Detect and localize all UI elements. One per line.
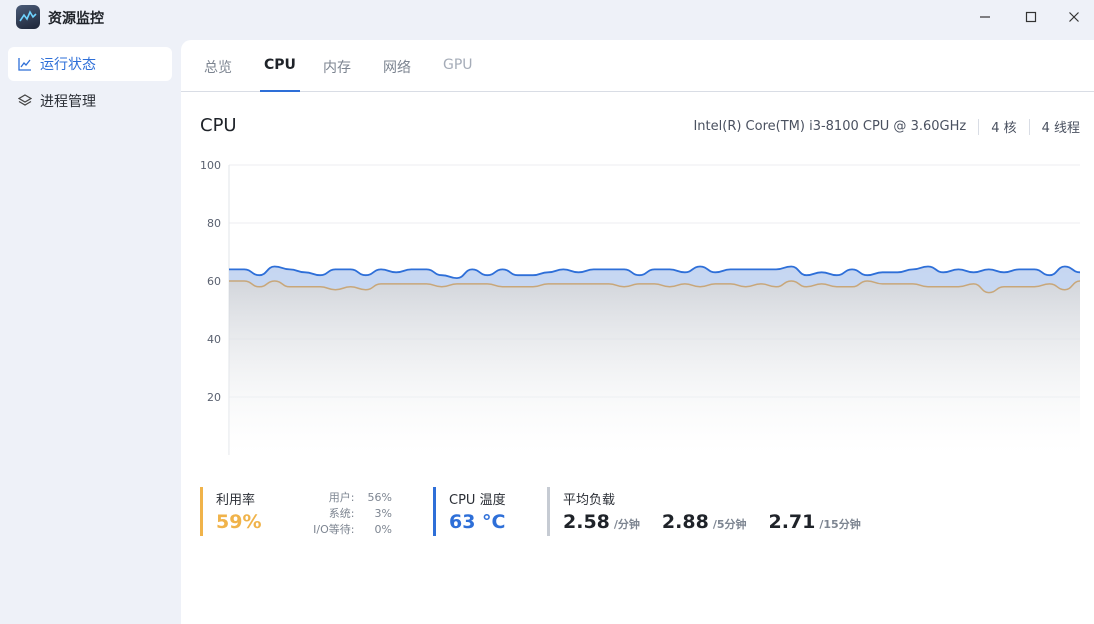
tab-bar: 总览 CPU 内存 网络 GPU [181, 40, 1094, 92]
section-title: CPU [200, 115, 237, 136]
y-tick-label: 20 [207, 391, 221, 404]
close-button[interactable] [1054, 2, 1094, 32]
sidebar: 运行状态 进程管理 [0, 38, 180, 624]
maximize-button[interactable] [1008, 2, 1054, 32]
layers-icon [18, 94, 32, 108]
load-accent-bar [547, 487, 550, 536]
cpu-threads: 4 线程 [1041, 121, 1080, 136]
sidebar-item-processes[interactable]: 进程管理 [8, 84, 172, 118]
y-tick-label: 60 [207, 275, 221, 288]
system-value: 3% [374, 507, 392, 520]
temperature-accent-bar [433, 487, 436, 536]
trend-chart-icon [18, 57, 32, 71]
load-values: 2.58 /分钟 2.88 /5分钟 2.71 /15分钟 [563, 511, 861, 533]
utilization-stat: 利用率 59% 用户: 56% 系统: 3% I/O等待: 0% [200, 487, 410, 536]
load-1min: 2.58 [563, 511, 610, 533]
cpu-model: Intel(R) Core(TM) i3-8100 CPU @ 3.60GHz [693, 119, 967, 134]
user-label: 用户: [328, 491, 355, 504]
utilization-label: 利用率 [216, 493, 256, 508]
tab-cpu[interactable]: CPU [260, 57, 300, 92]
utilization-value: 59% [216, 511, 262, 533]
app-title: 资源监控 [48, 11, 104, 27]
system-label: 系统: [328, 507, 355, 520]
divider [1028, 118, 1030, 135]
app-logo-icon [16, 5, 40, 29]
title-bar: 资源监控 [0, 0, 1094, 36]
load-label: 平均负载 [563, 493, 616, 508]
user-value: 56% [367, 491, 392, 504]
tab-gpu[interactable]: GPU [443, 57, 473, 92]
io-wait-label: I/O等待: [313, 523, 355, 536]
y-tick-label: 100 [200, 159, 221, 172]
load-1min-unit: /分钟 [613, 518, 640, 531]
io-wait-row: I/O等待: 0% [313, 521, 392, 537]
tab-memory[interactable]: 内存 [323, 57, 351, 92]
maximize-icon [1025, 11, 1037, 23]
load-15min-unit: /15分钟 [819, 518, 861, 531]
sidebar-item-label: 进程管理 [40, 94, 96, 110]
temperature-stat: CPU 温度 63 °C [433, 487, 533, 536]
tab-network[interactable]: 网络 [383, 57, 411, 92]
sidebar-item-label: 运行状态 [40, 57, 96, 73]
load-average-stat: 平均负载 2.58 /分钟 2.88 /5分钟 2.71 /15分钟 [547, 487, 867, 536]
sidebar-item-status[interactable]: 运行状态 [8, 47, 172, 81]
cpu-info: Intel(R) Core(TM) i3-8100 CPU @ 3.60GHz … [693, 117, 1080, 136]
cpu-usage-chart: 100 80 60 40 20 [200, 159, 1081, 455]
close-icon [1069, 12, 1079, 22]
utilization-accent-bar [200, 487, 203, 536]
io-wait-value: 0% [374, 523, 392, 536]
load-5min-unit: /5分钟 [712, 518, 747, 531]
y-tick-label: 80 [207, 217, 221, 230]
temperature-value: 63 °C [449, 511, 506, 533]
tab-overview[interactable]: 总览 [204, 57, 232, 92]
area-fill [229, 266, 1080, 455]
main-panel: 总览 CPU 内存 网络 GPU CPU Intel(R) Core(TM) i… [181, 40, 1094, 624]
temperature-label: CPU 温度 [449, 493, 506, 508]
load-15min: 2.71 [768, 511, 816, 533]
user-row: 用户: 56% [329, 489, 392, 505]
divider [978, 118, 980, 135]
y-tick-label: 40 [207, 333, 221, 346]
system-row: 系统: 3% [329, 505, 392, 521]
load-5min: 2.88 [661, 511, 709, 533]
minimize-icon [980, 16, 990, 18]
cpu-cores: 4 核 [991, 121, 1017, 136]
minimize-button[interactable] [962, 2, 1008, 32]
